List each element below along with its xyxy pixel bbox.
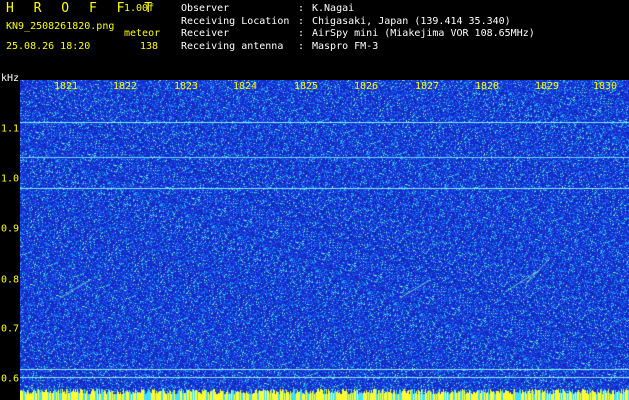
separator: : (298, 40, 305, 52)
antenna-value: Maspro FM-3 (312, 40, 379, 52)
x-tick-label: 1824 (232, 81, 258, 92)
observer-value: K.Nagai (312, 3, 355, 14)
y-tick-label: 1.0 (1, 173, 20, 185)
x-tick-label: 1828 (474, 81, 500, 92)
y-axis-unit: kHz (1, 73, 20, 84)
y-tick-label: 0.8 (1, 274, 20, 286)
y-tick-label: 0.7 (1, 323, 20, 335)
detection-count: 138 (140, 41, 159, 52)
x-tick-label: 1827 (414, 81, 440, 92)
station-info: Observer: K.Nagai Receiving Location: Chig… (181, 3, 535, 53)
receiver-value: AirSpy mini (Miakejima VOR 108.65MHz) (312, 28, 535, 39)
location-label: Receiving Location (181, 15, 290, 27)
receiver-row: Receiver: AirSpy mini (Miakejima VOR 108.… (181, 28, 535, 41)
x-tick-label: 1822 (112, 81, 138, 92)
separator: : (298, 3, 305, 14)
antenna-row: Receiving antenna: Maspro FM-3 (181, 41, 535, 54)
location-value: Chigasaki, Japan (139.414 35.340) (312, 15, 511, 27)
version-label: 1.00f (124, 3, 155, 14)
separator: : (298, 15, 305, 27)
filename-label: KN9_2508261820.png (6, 21, 115, 32)
datetime-label: 25.08.26 18:20 (6, 41, 91, 52)
antenna-label: Receiving antenna (181, 40, 284, 52)
x-tick-label: 1823 (173, 81, 199, 92)
x-tick-label: 1826 (353, 81, 379, 92)
y-tick-label: 1.1 (1, 123, 20, 135)
observer-row: Observer: K.Nagai (181, 3, 535, 16)
x-tick-label: 1821 (53, 81, 79, 92)
spectrogram (20, 80, 629, 400)
spectrogram-canvas (20, 80, 629, 400)
y-tick-label: 0.9 (1, 223, 20, 235)
x-tick-label: 1825 (293, 81, 319, 92)
location-row: Receiving Location: Chigasaki, Japan (139… (181, 16, 535, 29)
observer-label: Observer (181, 3, 230, 14)
y-tick-label: 0.6 (1, 373, 20, 385)
x-tick-label: 1829 (534, 81, 560, 92)
mode-label: meteor (124, 28, 161, 39)
x-tick-label: 1830 (592, 81, 618, 92)
receiver-label: Receiver (181, 28, 230, 39)
separator: : (298, 28, 305, 39)
header-panel: H R O F F T 1.00f KN9_2508261820.png 25.… (0, 0, 629, 75)
